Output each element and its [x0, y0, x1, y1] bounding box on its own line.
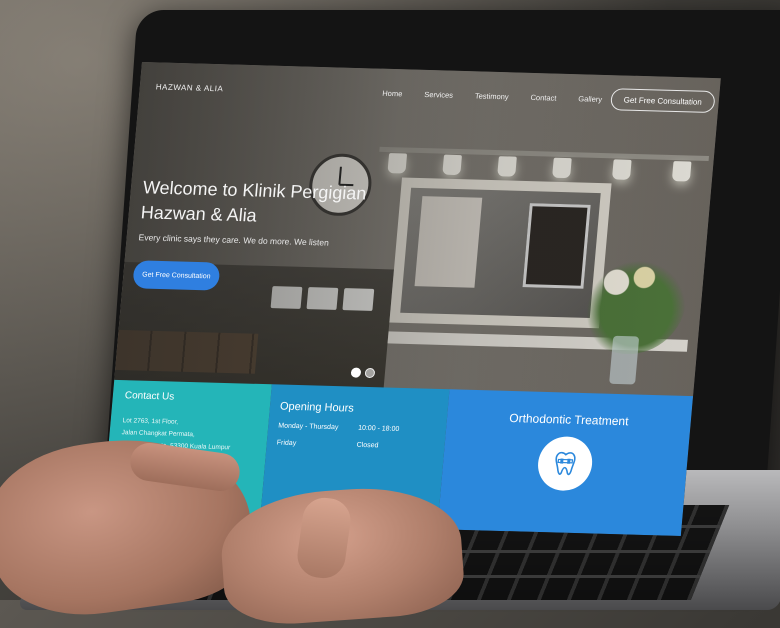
nav-link-home[interactable]: Home: [382, 89, 403, 99]
hours-time: Closed: [356, 441, 379, 450]
nav-link-testimony[interactable]: Testimony: [475, 91, 509, 101]
slider-dots: [350, 367, 376, 379]
tooth-braces-icon: [555, 451, 576, 476]
nav-link-contact[interactable]: Contact: [530, 93, 557, 103]
service-panel[interactable]: Orthodontic Treatment: [437, 389, 694, 537]
hours-row: Friday Closed: [276, 440, 434, 451]
brand-logo[interactable]: HAZWAN & ALIA: [155, 82, 223, 93]
nav-consultation-button[interactable]: Get Free Consultation: [609, 88, 716, 114]
hours-row: Monday - Thursday 10:00 - 18:00: [278, 423, 436, 434]
hero-title: Welcome to Klinik Pergigian Hazwan & Ali…: [140, 175, 424, 233]
hours-title: Opening Hours: [279, 400, 355, 415]
service-icon-circle: [535, 435, 595, 492]
nav-link-services[interactable]: Services: [424, 90, 453, 100]
hero-consultation-button[interactable]: Get Free Consultation: [132, 260, 221, 291]
nav-links: Home Services Testimony Contact Gallery: [382, 89, 624, 105]
hours-day: Friday: [276, 439, 297, 448]
hours-time: 10:00 - 18:00: [357, 424, 400, 433]
slider-dot-2[interactable]: [364, 367, 376, 379]
service-title: Orthodontic Treatment: [508, 410, 630, 429]
nav-link-gallery[interactable]: Gallery: [578, 94, 603, 104]
slider-dot-1[interactable]: [350, 367, 362, 378]
contact-title: Contact Us: [124, 390, 175, 403]
hours-day: Monday - Thursday: [277, 422, 339, 432]
